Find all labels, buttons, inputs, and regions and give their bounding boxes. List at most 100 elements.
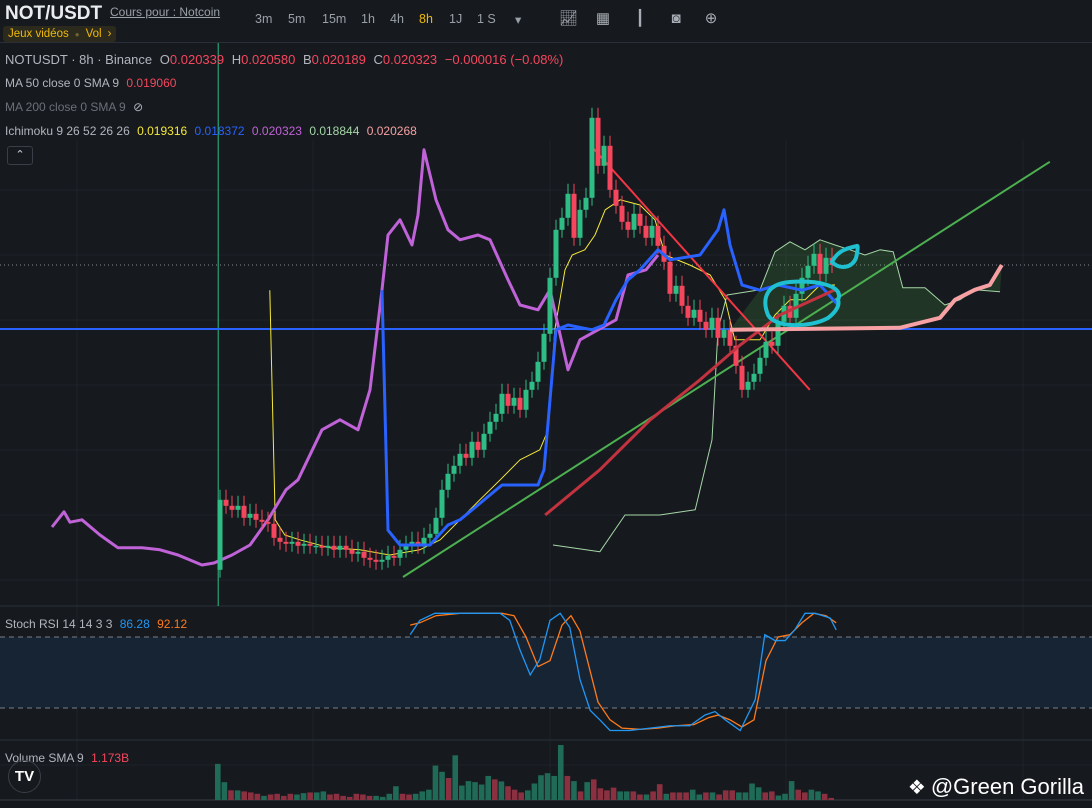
volume-bar	[333, 793, 340, 800]
candle-up	[313, 545, 319, 548]
timeframe-15m[interactable]: 15m	[322, 12, 346, 26]
candle-down	[475, 441, 481, 450]
timeframe-more-icon[interactable]: ▾	[515, 12, 521, 27]
candle-down	[241, 505, 247, 518]
open-value: 0.020339	[169, 52, 225, 67]
stoch-band	[0, 637, 1092, 708]
timeframe-1j[interactable]: 1J	[449, 12, 462, 26]
ichimoku-conversion-value: 0.019316	[137, 124, 188, 138]
volume-value: 1.173B	[91, 751, 130, 765]
volume-bar	[828, 797, 834, 800]
candle-down	[607, 145, 613, 190]
stoch-k-value: 86.28	[119, 617, 150, 631]
timeframe-1s[interactable]: 1 S	[477, 12, 496, 26]
volume-bar	[557, 745, 564, 800]
volume-bar	[234, 790, 241, 800]
templates-icon[interactable]: ▦	[594, 10, 612, 28]
volume-bar	[531, 783, 538, 800]
volume-bar	[656, 784, 663, 800]
top-toolbar: NOT/USDT Cours pour : Notcoin Jeux vidéo…	[0, 0, 1092, 43]
volume-bar	[769, 791, 775, 800]
chart-type-icon[interactable]: ┃	[631, 10, 649, 28]
volume-bar	[610, 787, 617, 800]
candle-up	[499, 393, 505, 414]
indicators-icon[interactable]: 📈︎	[559, 10, 578, 28]
timeframe-4h[interactable]: 4h	[390, 12, 404, 26]
candle-up	[439, 489, 445, 518]
ichimoku-label: Ichimoku 9 26 52 26 26	[5, 124, 130, 138]
volume-bar	[729, 790, 736, 800]
ma200-legend[interactable]: MA 200 close 0 SMA 9 ⊘	[5, 100, 147, 114]
camera-icon[interactable]: ◙	[667, 10, 685, 28]
candle-up	[523, 389, 529, 410]
candle-down	[295, 541, 301, 546]
volume-bar	[426, 789, 432, 800]
volume-bar	[267, 794, 274, 800]
candle-up	[631, 213, 637, 230]
add-icon[interactable]: ⊕	[702, 10, 720, 28]
volume-bar	[478, 784, 485, 800]
volume-bar	[294, 794, 300, 800]
low-label: B	[303, 52, 312, 67]
volume-bar	[320, 791, 327, 800]
candle-down	[343, 545, 349, 550]
volume-pane[interactable]	[215, 745, 834, 800]
volume-bar	[353, 793, 360, 800]
close-value: 0.020323	[382, 52, 438, 67]
close-label: C	[373, 52, 383, 67]
timeframe-8h[interactable]: 8h	[419, 12, 433, 26]
volume-bar	[215, 763, 221, 800]
volume-bar	[650, 791, 656, 800]
candle-up	[583, 197, 589, 210]
volume-bar	[722, 790, 729, 800]
chart-canvas[interactable]	[0, 0, 1092, 808]
ma200-label: MA 200 close 0 SMA 9	[5, 100, 126, 114]
tags-more-icon[interactable]: ›	[108, 28, 112, 40]
candle-up	[709, 317, 715, 330]
candle-up	[673, 285, 679, 294]
volume-bar	[716, 794, 722, 800]
tag-jeux-videos[interactable]: Jeux vidéos	[8, 28, 69, 40]
volume-bar	[802, 792, 808, 800]
hidden-eye-icon[interactable]: ⊘	[133, 100, 143, 114]
stoch-label: Stoch RSI 14 14 3 3	[5, 617, 113, 631]
candle-up	[547, 277, 553, 334]
tradingview-logo[interactable]: TV	[8, 760, 41, 793]
timeframe-5m[interactable]: 5m	[288, 12, 305, 26]
low-value: 0.020189	[311, 52, 366, 67]
course-link[interactable]: Cours pour : Notcoin	[110, 5, 220, 19]
candle-down	[817, 253, 823, 274]
volume-bar	[736, 792, 742, 800]
timeframe-3m[interactable]: 3m	[255, 12, 272, 26]
volume-bar	[274, 793, 280, 800]
candle-down	[727, 329, 733, 346]
candle-down	[697, 309, 703, 322]
ichimoku-span-b-value: 0.020268	[366, 124, 417, 138]
ma50-legend[interactable]: MA 50 close 0 SMA 9 0.019060	[5, 76, 180, 90]
category-tags[interactable]: Jeux vidéos ● Vol ›	[3, 26, 117, 42]
candle-down	[277, 537, 283, 542]
candle-up	[559, 217, 565, 230]
volume-bar	[465, 781, 472, 800]
volume-bar	[406, 794, 412, 800]
candle-down	[643, 225, 649, 238]
candle-down	[349, 549, 355, 554]
volume-bar	[360, 794, 366, 800]
volume-bar	[544, 773, 551, 800]
volume-bar	[340, 795, 346, 800]
volume-bar	[254, 793, 261, 800]
volume-bar	[280, 795, 287, 800]
candle-up	[541, 333, 547, 362]
symbol-title[interactable]: NOT/USDT	[5, 3, 102, 25]
tag-vol[interactable]: Vol	[86, 28, 102, 40]
volume-bar	[788, 781, 795, 800]
candle-up	[649, 225, 655, 238]
collapse-legend-button[interactable]: ⌃	[7, 146, 33, 165]
volume-bar	[241, 791, 247, 800]
timeframe-1h[interactable]: 1h	[361, 12, 375, 26]
watermark-text: @Green Gorilla	[930, 774, 1084, 799]
stoch-legend[interactable]: Stoch RSI 14 14 3 3 86.28 92.12	[5, 617, 191, 631]
candle-down	[505, 393, 511, 406]
candle-up	[553, 229, 559, 278]
ichimoku-legend[interactable]: Ichimoku 9 26 52 26 26 0.019316 0.018372…	[5, 124, 421, 138]
